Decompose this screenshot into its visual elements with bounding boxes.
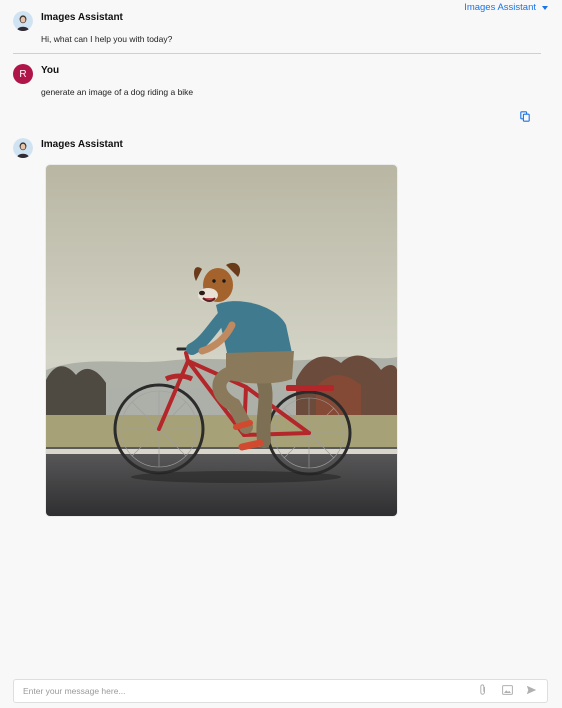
message-text: generate an image of a dog riding a bike bbox=[41, 87, 194, 97]
user-avatar-initial: R bbox=[19, 68, 27, 80]
sender-name: Images Assistant bbox=[41, 139, 123, 150]
message-input[interactable] bbox=[14, 680, 475, 702]
chevron-down-icon bbox=[542, 6, 548, 10]
assistant-avatar-icon bbox=[13, 11, 33, 31]
assistant-selector-label: Images Assistant bbox=[464, 2, 536, 13]
message-text: Hi, what can I help you with today? bbox=[41, 34, 173, 44]
message-divider bbox=[13, 53, 541, 54]
assistant-avatar-icon bbox=[13, 138, 33, 158]
generated-image[interactable] bbox=[46, 165, 397, 516]
user-avatar: R bbox=[13, 64, 33, 84]
message-composer bbox=[13, 679, 548, 703]
sender-name: Images Assistant bbox=[41, 12, 123, 23]
sender-name: You bbox=[41, 65, 60, 76]
send-button[interactable] bbox=[523, 683, 539, 699]
attach-button[interactable] bbox=[475, 683, 491, 699]
send-icon bbox=[526, 682, 537, 700]
assistant-selector[interactable]: Images Assistant bbox=[464, 2, 548, 13]
image-icon bbox=[501, 682, 513, 700]
paperclip-icon bbox=[479, 682, 487, 700]
copy-button[interactable] bbox=[518, 111, 532, 125]
image-upload-button[interactable] bbox=[499, 683, 515, 699]
copy-icon bbox=[520, 109, 530, 127]
